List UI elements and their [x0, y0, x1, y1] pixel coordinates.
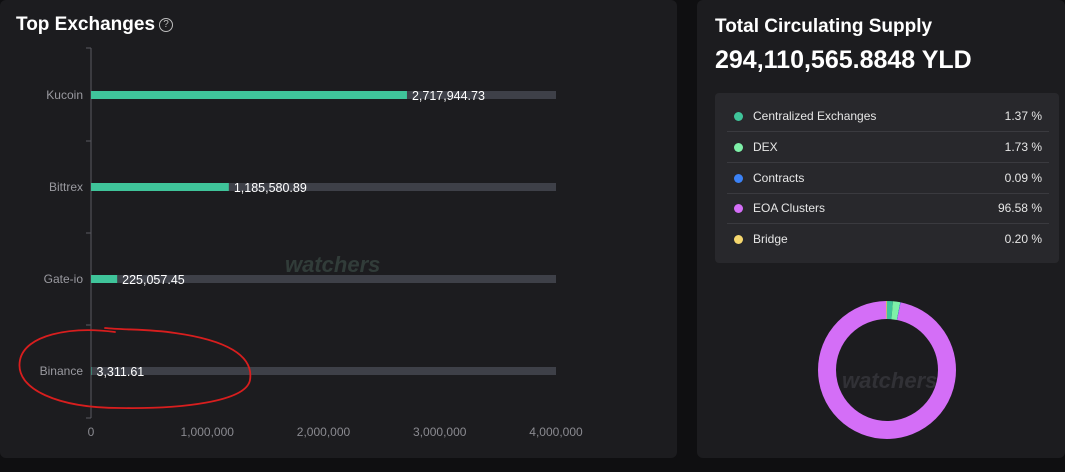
category-tick-label: Gate-io [44, 272, 84, 286]
top-exchanges-bar-chart: Kucoin 2,717,944.73 Bittrex 1,185,580.89 Gat… [18, 47, 583, 439]
watchers-watermark-logo: watchers [842, 368, 938, 393]
circulating-supply-panel: Total Circulating Supply 294,110,565.884… [697, 0, 1065, 458]
top-exchanges-panel: Top Exchanges ? watchers Kucoin 2,717,944… [0, 0, 677, 458]
x-tick-label: 0 [88, 425, 95, 439]
x-tick-label: 4,000,000 [529, 425, 583, 439]
x-tick-label: 2,000,000 [297, 425, 351, 439]
data-label: 3,311.61 [97, 365, 145, 379]
data-label: 2,717,944.73 [412, 89, 485, 103]
category-tick-label: Binance [40, 364, 84, 378]
x-tick-label: 3,000,000 [413, 425, 467, 439]
bar-kucoin[interactable] [91, 91, 407, 99]
bar-binance[interactable] [91, 367, 92, 375]
data-label: 1,185,580.89 [234, 181, 307, 195]
bar-track [91, 367, 556, 375]
x-tick-label: 1,000,000 [181, 425, 235, 439]
category-tick-label: Kucoin [46, 88, 83, 102]
bar-bittrex[interactable] [91, 183, 229, 191]
data-label: 225,057.45 [122, 273, 185, 287]
category-tick-label: Bittrex [49, 180, 83, 194]
bar-gate-io[interactable] [91, 275, 118, 283]
